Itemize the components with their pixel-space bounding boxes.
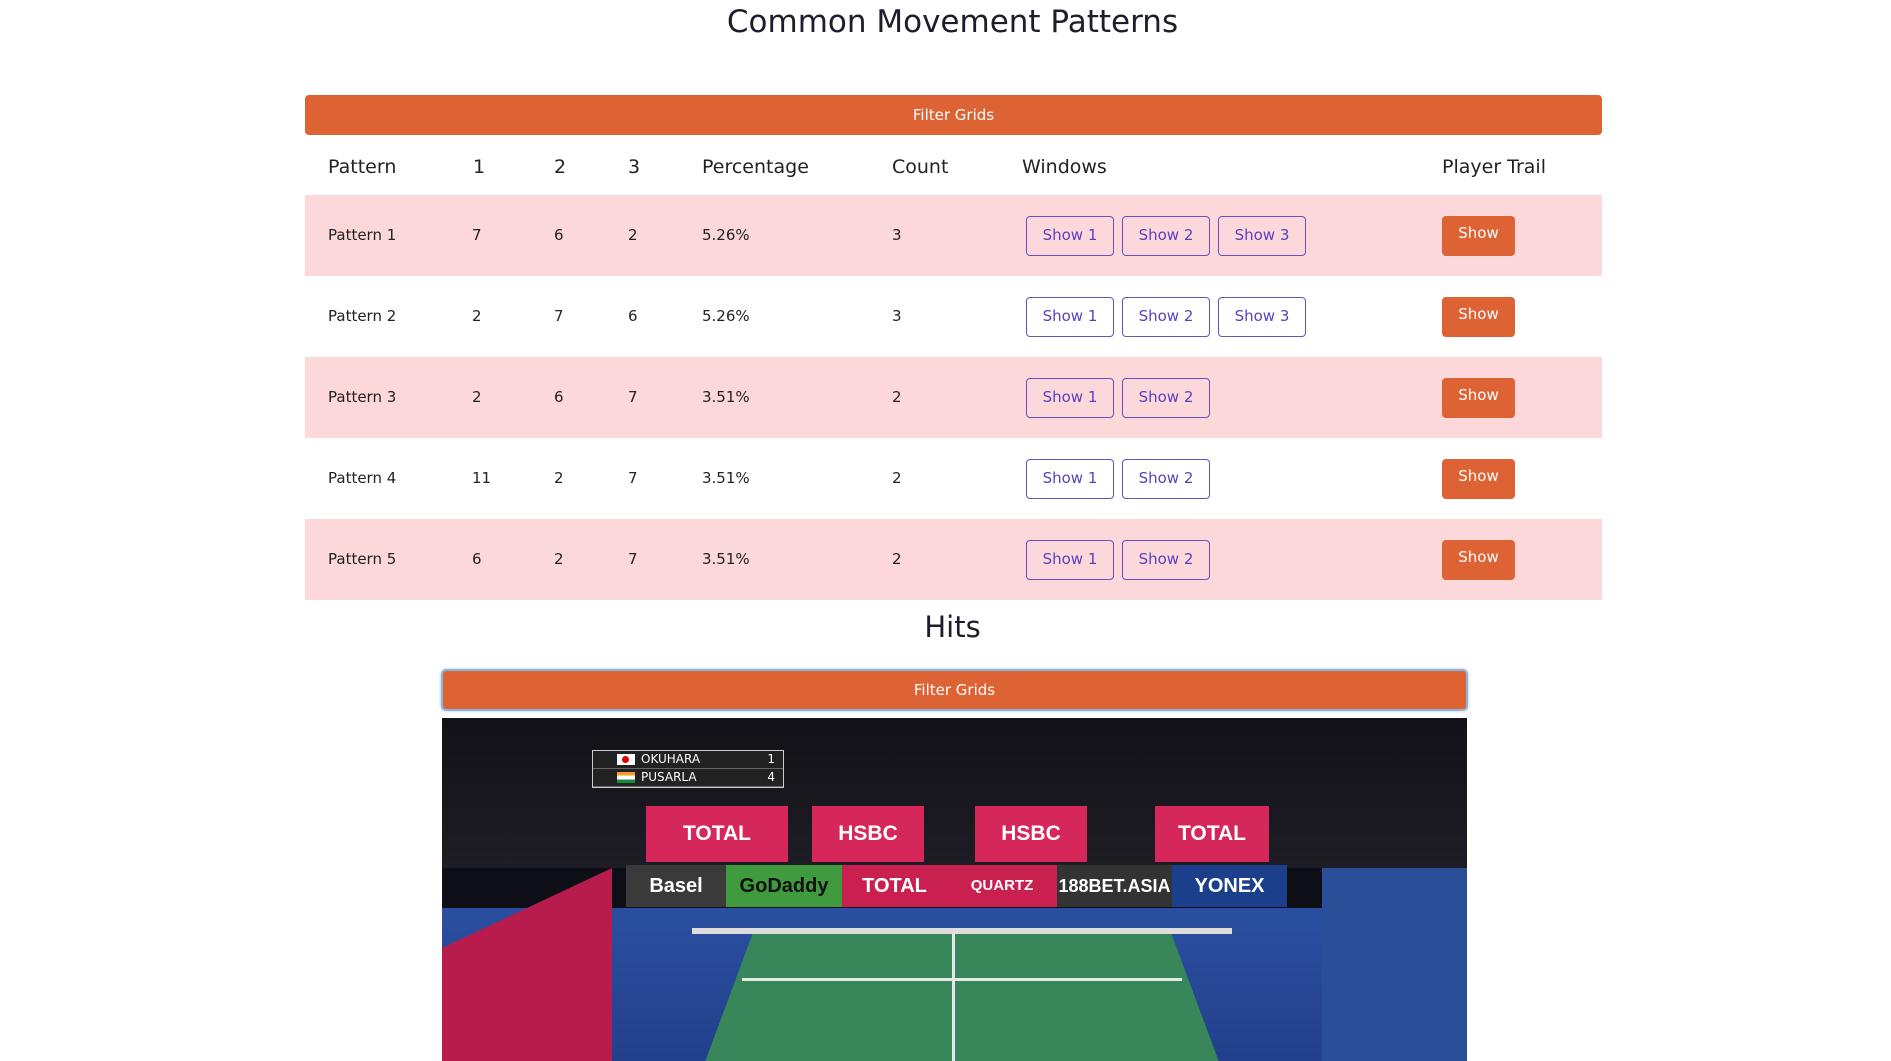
ad-board: GoDaddy [726,865,842,907]
header-player-trail: Player Trail [1442,156,1546,178]
cell-3: 6 [628,307,638,325]
court-net [692,928,1232,934]
ad-board: HSBC [975,806,1087,862]
show-window-1-button[interactable]: Show 1 [1026,297,1114,337]
show-window-1-button[interactable]: Show 1 [1026,216,1114,256]
table-row: Pattern 1 7 6 2 5.26% 3 Show 1 Show 2 Sh… [305,195,1602,276]
cell-1: 6 [472,550,482,568]
cell-3: 7 [628,550,638,568]
show-window-1-button[interactable]: Show 1 [1026,540,1114,580]
cell-1: 7 [472,226,482,244]
table-row: Pattern 2 2 7 6 5.26% 3 Show 1 Show 2 Sh… [305,276,1602,357]
show-window-3-button[interactable]: Show 3 [1218,216,1306,256]
pattern-name: Pattern 4 [328,469,397,487]
cell-1: 2 [472,307,482,325]
cell-3: 7 [628,388,638,406]
cell-1: 2 [472,388,482,406]
header-percentage: Percentage [702,156,809,178]
pattern-name: Pattern 5 [328,550,397,568]
ad-board: QUARTZ [947,865,1057,907]
hits-title: Hits [924,610,981,644]
header-3: 3 [628,156,641,178]
pattern-name: Pattern 1 [328,226,397,244]
cell-percentage: 5.26% [702,307,750,325]
show-window-2-button[interactable]: Show 2 [1122,378,1210,418]
show-player-trail-button[interactable]: Show [1442,216,1515,256]
window-buttons: Show 1 Show 2 [1026,540,1210,580]
hits-filter-grids-button[interactable]: Filter Grids [441,669,1468,711]
show-player-trail-button[interactable]: Show [1442,297,1515,337]
player-score: 1 [767,752,775,766]
table-row: Pattern 3 2 6 7 3.51% 2 Show 1 Show 2 Sh… [305,357,1602,438]
cell-2: 6 [554,388,564,406]
page: Common Movement Patterns Filter Grids Pa… [0,0,1891,1061]
header-2: 2 [554,156,567,178]
header-count: Count [892,156,949,178]
show-window-3-button[interactable]: Show 3 [1218,297,1306,337]
player-name: PUSARLA [641,770,697,784]
cell-percentage: 5.26% [702,226,750,244]
show-window-2-button[interactable]: Show 2 [1122,216,1210,256]
header-1: 1 [473,156,486,178]
cell-count: 3 [892,226,902,244]
cell-count: 2 [892,550,902,568]
scoreboard: OKUHARA 1 PUSARLA 4 [592,750,784,788]
table-row: Pattern 4 11 2 7 3.51% 2 Show 1 Show 2 S… [305,438,1602,519]
cell-percentage: 3.51% [702,469,750,487]
cell-count: 3 [892,307,902,325]
crowd-background [442,718,1467,868]
ad-board: 188BET.ASIA [1057,865,1172,907]
patterns-filter-grids-button[interactable]: Filter Grids [305,95,1602,135]
cell-count: 2 [892,469,902,487]
patterns-table: Pattern 1 2 3 Percentage Count Windows P… [305,140,1602,600]
india-flag-icon [617,772,635,783]
japan-flag-icon [617,754,635,765]
court-center-line [952,930,955,1061]
cell-percentage: 3.51% [702,388,750,406]
pattern-name: Pattern 2 [328,307,397,325]
match-video[interactable]: OKUHARA 1 PUSARLA 4 TOTAL HSBC HSBC TOTA… [442,718,1467,1061]
header-windows: Windows [1022,156,1107,178]
pattern-name: Pattern 3 [328,388,397,406]
header-pattern: Pattern [328,156,397,178]
show-window-2-button[interactable]: Show 2 [1122,459,1210,499]
side-advertising-stand [442,868,612,1061]
player-name: OKUHARA [641,752,701,766]
cell-count: 2 [892,388,902,406]
show-player-trail-button[interactable]: Show [1442,459,1515,499]
window-buttons: Show 1 Show 2 [1026,459,1210,499]
ad-board: HSBC [812,806,924,862]
court-service-line [742,978,1182,981]
cell-3: 2 [628,226,638,244]
cell-2: 2 [554,469,564,487]
ad-board: Basel [626,865,726,907]
ad-board: TOTAL [1155,806,1269,862]
player-score: 4 [767,770,775,784]
badminton-court [702,930,1222,1061]
show-window-1-button[interactable]: Show 1 [1026,459,1114,499]
side-advertising-stand [1322,868,1467,1061]
window-buttons: Show 1 Show 2 Show 3 [1026,216,1306,256]
scoreboard-row: PUSARLA 4 [593,769,783,787]
show-player-trail-button[interactable]: Show [1442,540,1515,580]
show-window-1-button[interactable]: Show 1 [1026,378,1114,418]
cell-3: 7 [628,469,638,487]
show-window-2-button[interactable]: Show 2 [1122,540,1210,580]
ad-board: TOTAL [842,865,947,907]
cell-1: 11 [472,469,492,487]
ad-board: YONEX [1172,865,1287,907]
table-header: Pattern 1 2 3 Percentage Count Windows P… [305,140,1602,195]
cell-2: 7 [554,307,564,325]
window-buttons: Show 1 Show 2 Show 3 [1026,297,1306,337]
show-window-2-button[interactable]: Show 2 [1122,297,1210,337]
show-player-trail-button[interactable]: Show [1442,378,1515,418]
ad-board: TOTAL [646,806,788,862]
cell-2: 2 [554,550,564,568]
scoreboard-row: OKUHARA 1 [593,751,783,769]
table-row: Pattern 5 6 2 7 3.51% 2 Show 1 Show 2 Sh… [305,519,1602,600]
patterns-title: Common Movement Patterns [726,4,1179,40]
cell-2: 6 [554,226,564,244]
window-buttons: Show 1 Show 2 [1026,378,1210,418]
cell-percentage: 3.51% [702,550,750,568]
